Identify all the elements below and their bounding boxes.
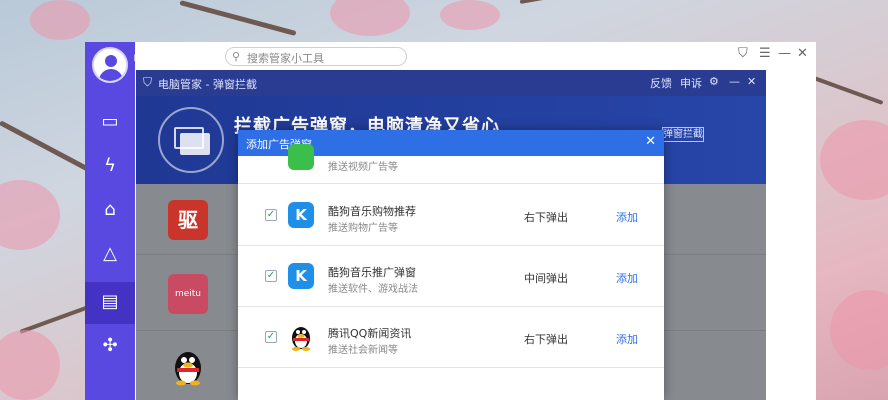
driver-app-icon: 驱 xyxy=(168,200,208,240)
qq-penguin-icon xyxy=(288,323,314,351)
meitu-app-icon: meitu xyxy=(168,274,208,314)
add-popup-dialog: 添加广告弹窗 ✕ 推送视频广告等 ✓ K 酷狗音乐购物推荐 推送购物广告等 右下… xyxy=(238,130,664,400)
avatar[interactable] xyxy=(92,47,128,83)
broom-icon[interactable]: ⌂ xyxy=(98,198,122,222)
minimize-icon[interactable]: — xyxy=(729,75,740,88)
skin-icon[interactable]: ⛉ xyxy=(738,46,748,61)
appeal-link[interactable]: 申诉 xyxy=(680,75,702,91)
sidebar: ▭ ϟ ⌂ △ ▤ ✣ xyxy=(85,42,135,400)
row-position: 右下弹出 xyxy=(524,333,568,346)
qq-penguin-icon xyxy=(168,346,208,386)
popup-window-title: 电脑管家 - 弹窗拦截 xyxy=(158,78,257,91)
kugou-icon: K xyxy=(288,263,314,289)
row-name: 酷狗音乐购物推荐 xyxy=(328,205,416,218)
close-icon[interactable]: ✕ xyxy=(645,134,656,149)
close-icon[interactable]: ✕ xyxy=(747,75,756,88)
search-placeholder: 搜索管家小工具 xyxy=(247,52,324,65)
lightning-icon[interactable]: ϟ xyxy=(98,154,122,178)
row-position: 右下弹出 xyxy=(524,211,568,224)
row-desc: 推送购物广告等 xyxy=(328,223,398,234)
minimize-icon[interactable]: — xyxy=(778,46,791,61)
rocket-icon[interactable]: △ xyxy=(98,242,122,266)
add-link[interactable]: 添加 xyxy=(616,209,638,225)
add-link[interactable]: 添加 xyxy=(616,331,638,347)
shield-icon: ⛉ xyxy=(143,75,153,89)
list-item[interactable]: 推送视频广告等 xyxy=(238,144,664,184)
toolbox-icon[interactable]: ▤ xyxy=(98,290,122,314)
search-input[interactable]: ⚲ 搜索管家小工具 xyxy=(225,47,407,66)
row-checkbox[interactable]: ✓ xyxy=(265,331,277,343)
list-item[interactable]: ✓ K 酷狗音乐推广弹窗 推送软件、游戏战法 中间弹出 添加 xyxy=(238,246,664,307)
list-item[interactable]: ✓ K 酷狗音乐购物推荐 推送购物广告等 右下弹出 添加 xyxy=(238,185,664,246)
row-name: 腾讯QQ新闻资讯 xyxy=(328,327,412,340)
menu-icon[interactable]: ☰ xyxy=(759,46,771,61)
close-icon[interactable]: ✕ xyxy=(797,46,808,61)
row-desc: 推送软件、游戏战法 xyxy=(328,284,418,295)
gamepad-icon[interactable]: ✣ xyxy=(98,334,122,358)
kugou-icon: K xyxy=(288,202,314,228)
row-position: 中间弹出 xyxy=(524,272,568,285)
row-checkbox[interactable]: ✓ xyxy=(265,270,277,282)
hero-button[interactable]: 弹窗拦截 xyxy=(662,127,704,142)
windows-icon xyxy=(158,107,224,173)
row-checkbox[interactable]: ✓ xyxy=(265,209,277,221)
video-app-icon xyxy=(288,144,314,170)
feedback-link[interactable]: 反馈 xyxy=(650,75,672,91)
gear-icon[interactable]: ⚙ xyxy=(709,75,719,88)
row-name: 酷狗音乐推广弹窗 xyxy=(328,266,416,279)
search-icon: ⚲ xyxy=(232,50,241,63)
row-desc: 推送视频广告等 xyxy=(328,162,398,173)
row-desc: 推送社会新闻等 xyxy=(328,345,398,356)
add-link[interactable]: 添加 xyxy=(616,270,638,286)
list-item[interactable]: ✓ 腾讯QQ新闻资讯 推送社会新闻等 右下弹出 添加 xyxy=(238,307,664,368)
app-name: 电脑管家 xyxy=(133,52,177,65)
monitor-icon[interactable]: ▭ xyxy=(98,110,122,134)
